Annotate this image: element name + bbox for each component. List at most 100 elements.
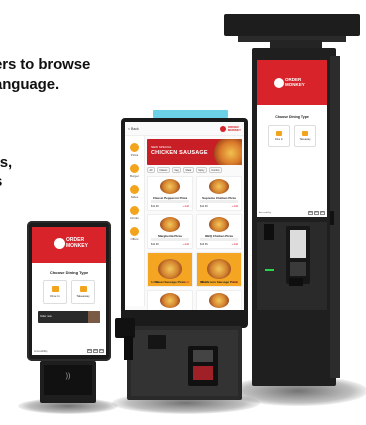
pizza-image — [160, 179, 180, 194]
lang-es[interactable]: ES — [99, 349, 104, 353]
menu-item-price: $12.99 — [151, 205, 159, 208]
burger-icon — [130, 164, 139, 173]
tab-veg[interactable]: Veg — [171, 167, 182, 173]
category-burger[interactable]: Burger — [125, 164, 144, 178]
menu-item-price: $10.99 — [151, 243, 159, 246]
menu-grid: Classic Pepperoni Pizza $12.99 + Add Supre… — [147, 176, 242, 324]
tab-meat[interactable]: Meat — [183, 167, 194, 173]
dine-in-label: Dine In — [275, 138, 283, 141]
category-pizza[interactable]: Pizza — [125, 143, 144, 157]
add-button[interactable]: + Add — [183, 281, 189, 284]
brand-logo-text: ORDER MONKEY — [285, 77, 305, 87]
lang-fr[interactable]: FR — [93, 349, 98, 353]
kiosk-left-banner: ORDER MONKEY — [32, 227, 106, 263]
tab-all[interactable]: All — [147, 167, 155, 173]
add-button[interactable]: + Add — [232, 281, 238, 284]
pizza-image — [209, 217, 229, 232]
pizza-icon — [130, 143, 139, 152]
offer-icon — [130, 227, 139, 236]
takeaway-icon — [79, 286, 87, 292]
category-label: Offers — [130, 237, 139, 241]
tab-classic[interactable]: Classic — [156, 167, 170, 173]
category-sidebar: Pizza Burger Sides Drinks Offers — [125, 136, 145, 306]
pizza-image — [158, 259, 182, 279]
language-switcher[interactable]: EN FR ES — [308, 211, 325, 215]
dine-in-button[interactable]: Dine In — [43, 280, 67, 304]
dine-in-label: Dine In — [50, 294, 60, 298]
add-button[interactable]: + Add — [183, 205, 189, 208]
category-label: Sides — [130, 195, 139, 199]
promo-image — [88, 311, 100, 323]
card-reader — [124, 336, 133, 360]
kiosk-right-screen: ORDER MONKEY Choose Dining Type Dine In T… — [257, 60, 327, 217]
headline-line-2: anguage. — [0, 76, 60, 93]
menu-item-price: $14.99 — [200, 205, 208, 208]
payment-terminal-screen — [193, 350, 213, 362]
brand-logo: ORDER MONKEY — [219, 125, 241, 132]
sides-icon — [130, 185, 139, 194]
takeaway-label: Takeaway — [76, 294, 90, 298]
drink-icon — [130, 206, 139, 215]
add-button[interactable]: + Add — [232, 243, 238, 246]
kiosk-center-header: < Back ORDER MONKEY — [125, 122, 244, 136]
takeaway-icon — [302, 131, 308, 136]
accessibility-link[interactable]: Accessibility — [34, 350, 48, 353]
payment-terminal-keypad — [193, 366, 213, 380]
kiosk-center-top-light — [153, 110, 228, 118]
takeaway-button[interactable]: Takeaway — [71, 280, 95, 304]
monkey-icon — [54, 238, 65, 249]
menu-item-card[interactable]: Sweet Sausage Pizza $12.49 + Add — [147, 252, 193, 287]
payment-terminal-screen — [290, 230, 306, 258]
pizza-image — [214, 139, 242, 165]
kiosk-right-canopy — [224, 14, 360, 36]
contactless-icon: )) — [65, 373, 71, 380]
menu-item-card[interactable]: Mushroom Sausage Pizza $13.49 + Add — [196, 252, 242, 287]
headline-line-4: s — [0, 173, 2, 190]
category-label: Burger — [129, 174, 139, 178]
hero-banner[interactable]: NEW SPECIAL CHICKEN SAUSAGE — [147, 139, 242, 165]
dining-type-title: Choose Dining Type — [49, 270, 89, 275]
monkey-icon — [274, 78, 284, 88]
side-button — [330, 211, 334, 225]
menu-item-card[interactable]: Margherita Pizza $10.99 + Add — [147, 214, 193, 249]
menu-item-card[interactable]: Supreme Chicken Pizza $14.99 + Add — [196, 176, 242, 211]
headline-line-1: ers to browse — [0, 56, 91, 73]
category-offers[interactable]: Offers — [125, 227, 144, 241]
kiosk-right-banner: ORDER MONKEY — [257, 60, 327, 105]
takeaway-button[interactable]: Takeaway — [294, 125, 316, 147]
hero-subtitle: NEW SPECIAL — [151, 145, 172, 149]
back-button[interactable]: < Back — [128, 127, 139, 131]
dine-in-button[interactable]: Dine In — [268, 125, 290, 147]
tab-combo[interactable]: Combo — [208, 167, 222, 173]
lang-es[interactable]: ES — [320, 211, 325, 215]
menu-item-desc — [151, 200, 189, 203]
tab-spicy[interactable]: Spicy — [195, 167, 207, 173]
menu-item-price: $12.49 — [151, 281, 159, 284]
menu-item-card[interactable]: Classic Pepperoni Pizza $12.99 + Add — [147, 176, 193, 211]
dine-in-icon — [51, 286, 59, 292]
lang-en[interactable]: EN — [308, 211, 313, 215]
card-reader-arm — [115, 318, 135, 338]
receipt-slot — [148, 335, 166, 349]
lang-fr[interactable]: FR — [314, 211, 319, 215]
menu-item-desc — [200, 200, 238, 203]
promo-banner[interactable]: Order now — [38, 311, 100, 323]
category-drinks[interactable]: Drinks — [125, 206, 144, 220]
language-switcher[interactable]: EN FR ES — [87, 349, 104, 353]
accessibility-link[interactable]: Accessibility — [259, 212, 271, 214]
category-sides[interactable]: Sides — [125, 185, 144, 199]
menu-item-desc — [200, 238, 238, 241]
hero-title: CHICKEN SAUSAGE — [151, 150, 208, 156]
add-button[interactable]: + Add — [232, 205, 238, 208]
card-slot — [264, 224, 274, 240]
brand-logo-text: ORDER MONKEY — [66, 237, 88, 249]
add-button[interactable]: + Add — [183, 243, 189, 246]
receipt-printer — [289, 278, 303, 286]
menu-item-card[interactable]: BBQ Chicken Pizza $13.99 + Add — [196, 214, 242, 249]
menu-item-price: $13.49 — [200, 281, 208, 284]
status-light — [265, 269, 274, 271]
promo-text: Order now — [40, 315, 52, 318]
menu-item-desc — [151, 238, 189, 241]
category-label: Pizza — [130, 153, 139, 157]
lang-en[interactable]: EN — [87, 349, 92, 353]
